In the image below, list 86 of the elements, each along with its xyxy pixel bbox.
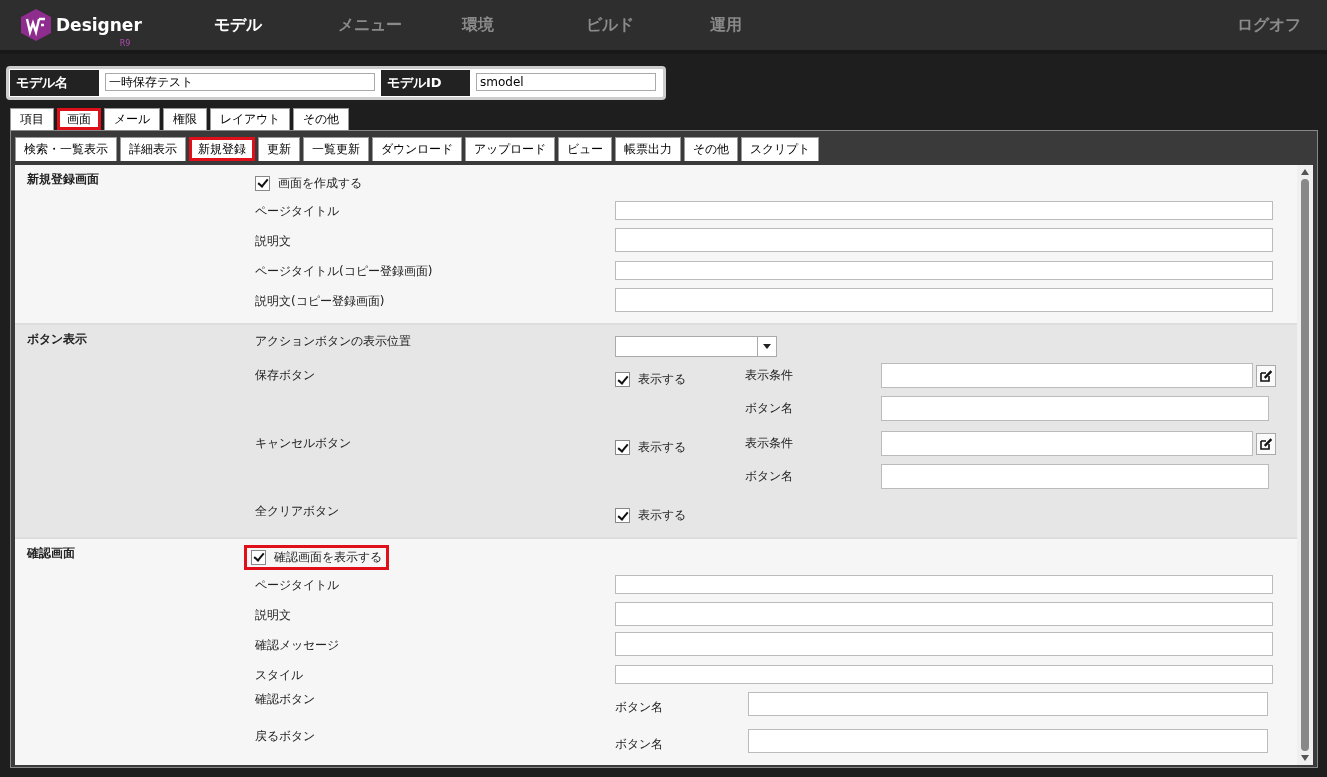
scroll-up-icon[interactable] [1301,169,1309,175]
field-label: 表示条件 [745,367,794,384]
field-label: 全クリアボタン [255,503,340,520]
checkbox[interactable] [615,508,630,523]
tab[interactable]: スクリプト [741,137,819,161]
edit-button[interactable] [1256,364,1276,387]
text-field[interactable] [615,200,1273,220]
text-field[interactable] [615,664,1273,684]
text-field[interactable] [615,574,1273,594]
dropdown[interactable] [615,335,777,357]
checkbox[interactable] [615,372,630,387]
scroll-down-icon[interactable] [1301,755,1309,761]
nav-link[interactable]: ビルド [586,14,710,36]
field-label: 確認ボタン [255,691,316,708]
logoff-link[interactable]: ログオフ [1237,14,1301,36]
button-name-field[interactable] [881,396,1269,421]
text-field[interactable] [615,602,1273,626]
field-label: ボタン名 [745,468,794,485]
button-name-field[interactable] [881,464,1269,489]
text-field[interactable] [615,260,1273,280]
field-label: キャンセルボタン [255,435,352,452]
tab[interactable]: 権限 [163,108,207,130]
tab[interactable]: 一覧更新 [303,137,369,161]
scrollbar[interactable] [1297,165,1313,765]
field-label: スタイル [255,666,304,684]
field-label: 説明文 [255,606,292,624]
tab[interactable]: その他 [684,137,738,161]
field-label: 保存ボタン [255,367,316,384]
field-label: 説明文 [255,232,292,250]
field-label: 表示条件 [745,435,794,452]
checkbox[interactable] [255,175,270,191]
model-id-label: モデルID [381,70,470,96]
tab[interactable]: アップロード [465,137,555,161]
field-label: 確認メッセージ [255,636,340,654]
tab[interactable]: 項目 [10,108,54,130]
nav-link[interactable]: 運用 [710,14,834,36]
tab[interactable]: その他 [293,108,349,130]
model-id-field[interactable]: smodel [476,73,656,91]
button-name-field[interactable] [748,691,1268,716]
tab[interactable]: 詳細表示 [120,137,186,161]
caret-icon [763,343,771,349]
logo-icon [20,8,52,42]
checkbox-option[interactable]: 画面を作成する [255,174,362,192]
condition-field[interactable] [881,363,1253,388]
checkbox-option[interactable]: 表示する [615,439,745,456]
button-name-field[interactable] [748,728,1268,753]
nav-link[interactable]: 環境 [462,14,586,36]
text-field[interactable] [615,228,1273,252]
text-field[interactable] [615,288,1273,312]
checkbox-option[interactable]: 表示する [615,371,745,388]
field-label: 説明文(コピー登録画面) [255,292,386,310]
checkbox-option[interactable]: 表示する [615,507,745,524]
nav-link[interactable]: モデル [214,14,338,36]
tab[interactable]: 画面 [57,108,101,130]
checkbox[interactable] [615,440,630,455]
field-label: 戻るボタン [255,728,316,745]
tab[interactable]: メール [104,108,160,130]
tab[interactable]: 新規登録 [189,137,255,161]
tab[interactable]: 検索・一覧表示 [15,137,117,161]
tab[interactable]: 帳票出力 [615,137,681,161]
checkbox[interactable] [251,549,266,565]
field-label: ボタン名 [615,736,664,753]
field-label: ページタイトル [255,576,340,594]
tab[interactable]: 更新 [258,137,300,161]
tab[interactable]: ビュー [558,137,612,161]
edit-button[interactable] [1256,432,1276,455]
model-name-label: モデル名 [10,70,99,96]
section-title: 確認画面 [27,546,75,560]
logo-version: R9 [119,39,131,48]
field-label: アクションボタンの表示位置 [255,333,412,350]
field-label: ボタン名 [745,400,794,417]
condition-field[interactable] [881,431,1253,456]
checkbox-option[interactable]: 確認画面を表示する [247,547,386,567]
model-name-field[interactable]: 一時保存テスト [105,73,375,91]
field-label: ボタン名 [615,699,664,716]
tab[interactable]: レイアウト [210,108,290,130]
nav-link[interactable]: メニュー [338,14,462,36]
field-label: ページタイトル(コピー登録画面) [255,262,434,280]
tab[interactable]: ダウンロード [372,137,462,161]
section-title: 新規登録画面 [27,172,99,186]
field-label: ページタイトル [255,202,340,220]
text-field[interactable] [615,632,1273,656]
section-title: ボタン表示 [27,332,87,346]
logo-text: Designer [56,15,142,35]
edit-icon [1260,437,1272,450]
edit-icon [1260,369,1272,382]
